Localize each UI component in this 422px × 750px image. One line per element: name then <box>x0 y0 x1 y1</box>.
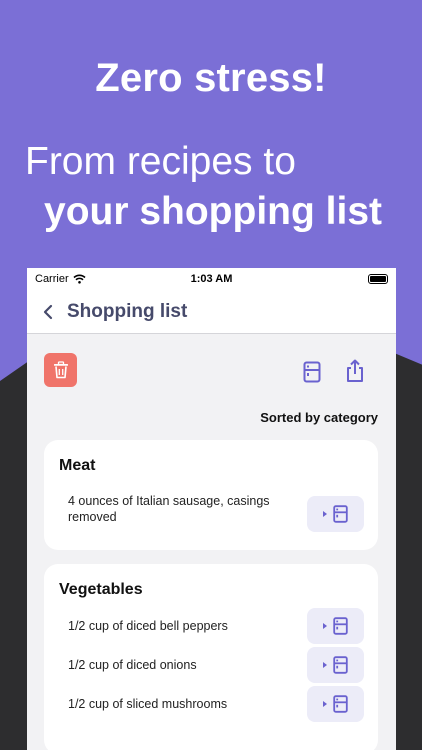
battery-icon <box>368 274 388 284</box>
fridge-icon <box>333 656 348 674</box>
category-card-meat: Meat 4 ounces of Italian sausage, casing… <box>44 440 378 550</box>
status-time: 1:03 AM <box>190 273 233 285</box>
fridge-icon <box>333 695 348 713</box>
caret-right-icon <box>323 662 327 668</box>
share-icon <box>347 359 363 382</box>
fridge-icon <box>333 617 348 635</box>
phone-screen: Carrier 1:03 AM Shopping list Sorted by … <box>27 268 396 750</box>
marketing-subline-1: From recipes to <box>25 140 296 183</box>
share-button[interactable] <box>345 359 365 388</box>
caret-right-icon <box>323 623 327 629</box>
list-item: 4 ounces of Italian sausage, casings rem… <box>68 494 270 524</box>
list-item: 1/2 cup of diced onions <box>68 658 197 672</box>
category-title: Vegetables <box>59 581 143 598</box>
move-to-fridge-button[interactable] <box>307 647 364 683</box>
page-title: Shopping list <box>67 300 188 322</box>
marketing-headline: Zero stress! <box>95 56 327 100</box>
move-to-fridge-button[interactable] <box>307 686 364 722</box>
chevron-left-icon[interactable] <box>43 300 63 324</box>
move-to-fridge-button[interactable] <box>307 496 364 532</box>
category-card-vegetables: Vegetables 1/2 cup of diced bell peppers… <box>44 564 378 750</box>
fridge-button[interactable] <box>303 361 321 388</box>
status-bar: Carrier 1:03 AM <box>27 268 396 290</box>
list-item: 1/2 cup of sliced mushrooms <box>68 697 228 711</box>
trash-icon <box>53 361 68 379</box>
caret-right-icon <box>323 701 327 707</box>
marketing-subline-2: your shopping list <box>44 190 382 233</box>
toolbar <box>27 334 396 400</box>
navigation-bar: Shopping list <box>27 290 396 334</box>
list-item: 1/2 cup of diced bell peppers <box>68 619 228 633</box>
fridge-icon <box>303 361 321 383</box>
fridge-icon <box>333 505 348 523</box>
delete-button[interactable] <box>44 353 77 387</box>
sort-label[interactable]: Sorted by category <box>260 410 378 425</box>
move-to-fridge-button[interactable] <box>307 608 364 644</box>
category-title: Meat <box>59 457 96 474</box>
caret-right-icon <box>323 511 327 517</box>
